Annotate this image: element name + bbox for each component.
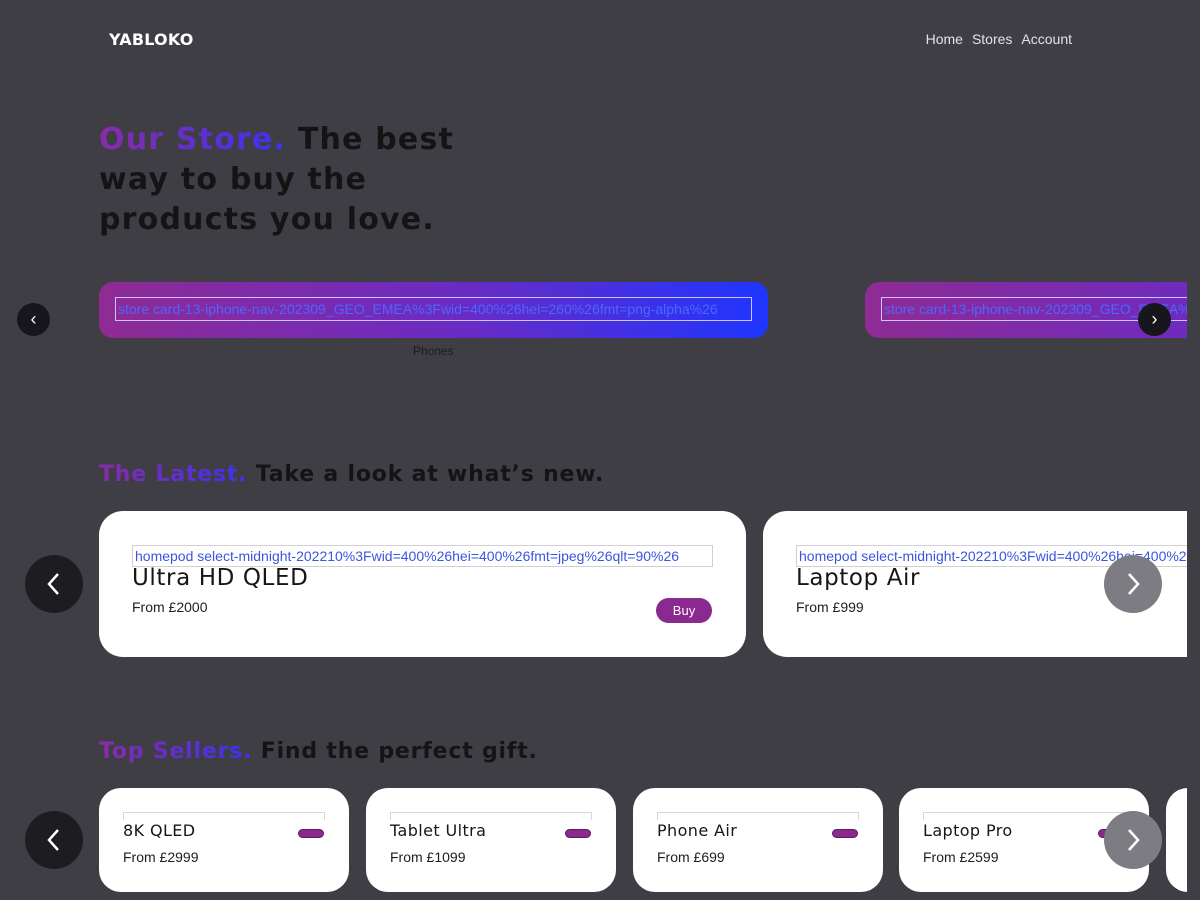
product-name: Ultra HD QLED	[132, 565, 309, 591]
seller-name: 8K QLED	[123, 821, 196, 840]
sellers-next-button[interactable]	[1104, 811, 1162, 869]
buy-button[interactable]: Buy	[656, 598, 712, 623]
chevron-left-icon	[47, 829, 59, 851]
product-card[interactable]: homepod select-midnight-202210%3Fwid=400…	[99, 511, 746, 657]
product-price: From £999	[796, 599, 864, 615]
sellers-carousel: 8K QLED From £2999 Tablet Ultra From £10…	[0, 788, 1187, 892]
latest-prev-button[interactable]	[25, 555, 83, 613]
latest-carousel: homepod select-midnight-202210%3Fwid=400…	[0, 511, 1187, 657]
store-next-button[interactable]: ›	[1138, 303, 1171, 336]
seller-name: Phone Air	[657, 821, 738, 840]
sellers-text: Find the perfect gift.	[252, 739, 538, 764]
chevron-left-icon	[47, 573, 59, 595]
store-card-image: store card-13-iphone-nav-202309_GEO_EMEA…	[115, 297, 752, 321]
store-card[interactable]: store card-13-iphone-nav-202309_GEO_EMEA…	[865, 282, 1187, 338]
store-card[interactable]: store card-13-iphone-nav-202309_GEO_EMEA…	[99, 282, 768, 338]
hero-heading: Our Store. The best way to buy the produ…	[99, 120, 519, 240]
seller-buy-button[interactable]	[832, 829, 858, 838]
seller-buy-button[interactable]	[298, 829, 324, 838]
chevron-right-icon	[1128, 829, 1140, 851]
brand-logo[interactable]: YABLOKO	[109, 30, 194, 49]
latest-text: Take a look at what’s new.	[247, 462, 605, 487]
chevron-left-icon: ‹	[30, 309, 37, 329]
product-image: homepod select-midnight-202210%3Fwid=400…	[132, 545, 713, 567]
seller-card[interactable]	[1166, 788, 1187, 892]
sellers-heading: Top Sellers. Find the perfect gift.	[99, 739, 538, 764]
seller-name: Laptop Pro	[923, 821, 1013, 840]
store-category-label: Phones	[413, 344, 454, 358]
seller-price: From £2599	[923, 849, 999, 865]
sellers-accent: Top Sellers.	[99, 739, 253, 764]
nav-home-link[interactable]: Home	[926, 31, 963, 47]
product-name: Laptop Air	[796, 565, 921, 591]
hero-accent: Our Store.	[99, 122, 287, 157]
seller-name: Tablet Ultra	[390, 821, 487, 840]
top-navigation: YABLOKO Home Stores Account	[0, 0, 1200, 80]
nav-account-link[interactable]: Account	[1021, 31, 1072, 47]
store-carousel: store card-13-iphone-nav-202309_GEO_EMEA…	[0, 282, 1187, 362]
chevron-right-icon	[1128, 573, 1140, 595]
seller-price: From £699	[657, 849, 725, 865]
seller-image	[923, 812, 1125, 820]
seller-image	[390, 812, 592, 820]
seller-buy-button[interactable]	[565, 829, 591, 838]
seller-card[interactable]: Tablet Ultra From £1099	[366, 788, 616, 892]
seller-card[interactable]: Phone Air From £699	[633, 788, 883, 892]
nav-links: Home Stores Account	[926, 31, 1072, 47]
store-prev-button[interactable]: ‹	[17, 303, 50, 336]
latest-accent: The Latest.	[99, 462, 248, 487]
seller-price: From £1099	[390, 849, 466, 865]
seller-image	[123, 812, 325, 820]
chevron-right-icon: ›	[1151, 309, 1158, 329]
product-price: From £2000	[132, 599, 208, 615]
seller-card[interactable]: 8K QLED From £2999	[99, 788, 349, 892]
seller-price: From £2999	[123, 849, 199, 865]
latest-heading: The Latest. Take a look at what’s new.	[99, 462, 604, 487]
nav-stores-link[interactable]: Stores	[972, 31, 1012, 47]
seller-image	[657, 812, 859, 820]
latest-next-button[interactable]	[1104, 555, 1162, 613]
sellers-prev-button[interactable]	[25, 811, 83, 869]
